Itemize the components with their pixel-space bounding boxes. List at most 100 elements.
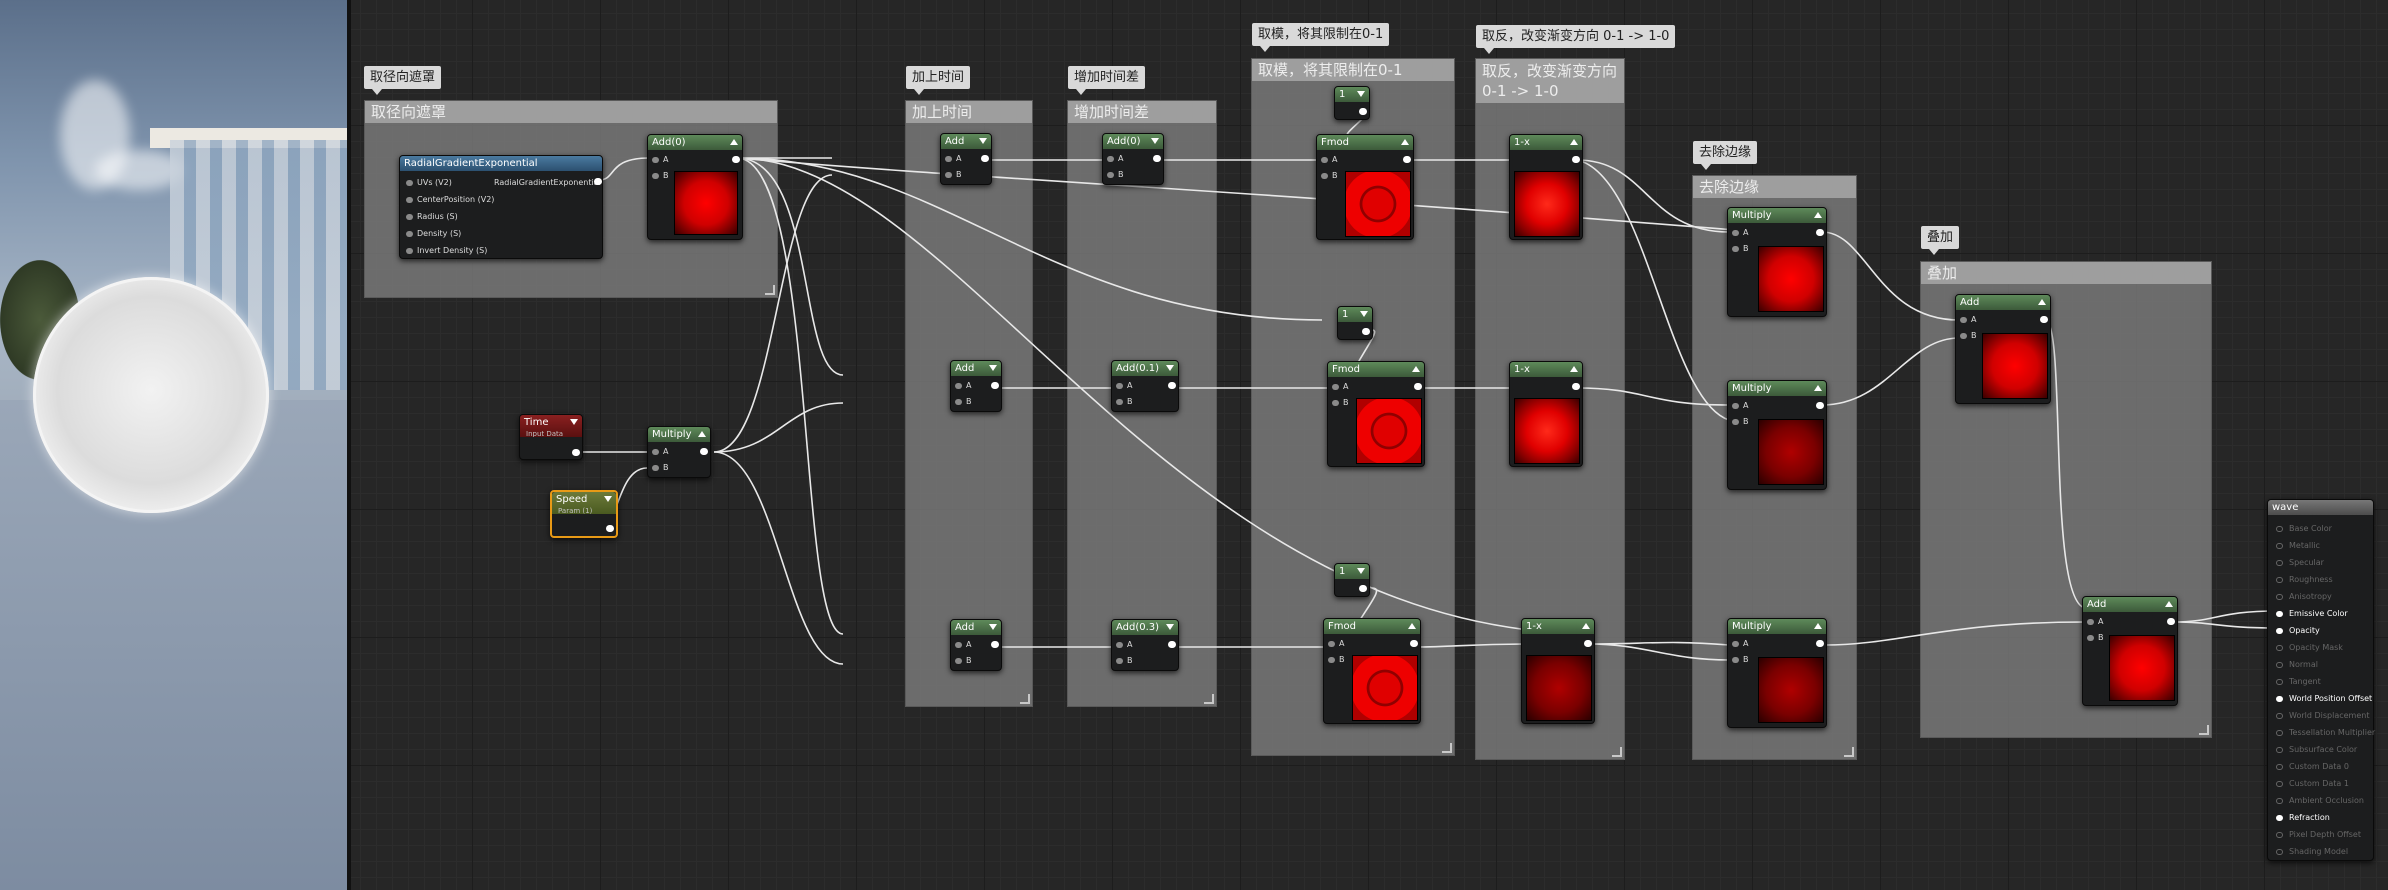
collapse-arrow-icon[interactable] (604, 496, 612, 502)
node-material-output[interactable]: wave Base Color Metallic Specular Roughness… (2267, 499, 2375, 861)
pin-b[interactable]: B (1321, 171, 1338, 181)
pin-a[interactable]: A (1116, 381, 1132, 391)
material-input-pin[interactable]: Metallic (2276, 541, 2320, 550)
pin-a[interactable]: A (1732, 639, 1748, 649)
output-pin[interactable] (700, 448, 708, 455)
node-constant-3[interactable]: 1 (1334, 563, 1370, 597)
output-pin[interactable] (1816, 402, 1824, 409)
output-pin[interactable] (1816, 640, 1824, 647)
material-input-pin[interactable]: Anisotropy (2276, 592, 2332, 601)
collapse-arrow-icon[interactable] (730, 139, 738, 145)
material-input-pin[interactable]: Base Color (2276, 524, 2332, 533)
output-pin[interactable] (1403, 156, 1411, 163)
collapse-arrow-icon[interactable] (1360, 311, 1368, 317)
collapse-arrow-icon[interactable] (2038, 299, 2046, 305)
node-add-time-2[interactable]: Add A B (950, 360, 1002, 412)
output-pin[interactable] (1359, 585, 1367, 592)
viewport-preview[interactable] (0, 0, 347, 890)
pin-b[interactable]: B (1116, 656, 1133, 666)
pin-b[interactable]: B (955, 656, 972, 666)
pin-a[interactable]: A (955, 640, 971, 650)
pin-a[interactable]: A (2087, 617, 2103, 627)
output-pin[interactable] (1359, 108, 1367, 115)
pin-b[interactable]: B (1732, 244, 1749, 254)
collapse-arrow-icon[interactable] (1412, 366, 1420, 372)
node-add-time-1[interactable]: Add A B (940, 133, 992, 185)
collapse-arrow-icon[interactable] (1582, 623, 1590, 629)
output-pin[interactable] (1153, 155, 1161, 162)
material-input-pin[interactable]: Ambient Occlusion (2276, 796, 2364, 805)
node-one-minus-2[interactable]: 1-x (1509, 361, 1583, 467)
output-pin[interactable] (1572, 383, 1580, 390)
material-input-pin[interactable]: Pixel Depth Offset (2276, 830, 2361, 839)
node-add-overlay-1[interactable]: Add A B (1955, 294, 2051, 404)
pin-a[interactable]: A (1321, 155, 1337, 165)
collapse-arrow-icon[interactable] (1401, 139, 1409, 145)
output-pin[interactable] (991, 382, 999, 389)
node-add-diff-01[interactable]: Add(0.1) A B (1111, 360, 1179, 412)
pin-b[interactable]: B (1328, 655, 1345, 665)
material-input-pin[interactable]: World Displacement (2276, 711, 2369, 720)
pin-a[interactable]: A (955, 381, 971, 391)
output-pin[interactable] (594, 178, 602, 185)
collapse-arrow-icon[interactable] (570, 419, 578, 425)
collapse-arrow-icon[interactable] (1408, 623, 1416, 629)
node-fmod-3[interactable]: Fmod A B (1323, 618, 1421, 724)
pin-b[interactable]: B (1107, 170, 1124, 180)
material-input-pin[interactable]: Shading Model (2276, 847, 2348, 856)
collapse-arrow-icon[interactable] (989, 365, 997, 371)
material-input-pin[interactable]: Roughness (2276, 575, 2333, 584)
node-add-time-3[interactable]: Add A B (950, 619, 1002, 671)
output-pin[interactable] (732, 156, 740, 163)
output-pin[interactable] (572, 449, 580, 456)
collapse-arrow-icon[interactable] (979, 138, 987, 144)
node-speed-param[interactable]: Speed Param (1) (550, 490, 618, 538)
pin-a[interactable]: A (1107, 154, 1123, 164)
pin-a[interactable]: A (1732, 228, 1748, 238)
pin-a[interactable]: A (1332, 382, 1348, 392)
pin-b[interactable]: B (2087, 633, 2104, 643)
pin-a[interactable]: A (652, 155, 668, 165)
pin-b[interactable]: B (652, 463, 669, 473)
collapse-arrow-icon[interactable] (989, 624, 997, 630)
output-pin[interactable] (2167, 618, 2175, 625)
pin-b[interactable]: B (1960, 331, 1977, 341)
material-input-pin[interactable]: Refraction (2276, 813, 2330, 822)
pin-b[interactable]: B (1732, 655, 1749, 665)
node-add-0[interactable]: Add(0) A B (647, 134, 743, 240)
collapse-arrow-icon[interactable] (1166, 624, 1174, 630)
output-pin[interactable] (1362, 328, 1370, 335)
pin-a[interactable]: A (1328, 639, 1344, 649)
node-multiply-3[interactable]: Multiply A B (1727, 618, 1827, 728)
collapse-arrow-icon[interactable] (1814, 623, 1822, 629)
pin-a[interactable]: A (945, 154, 961, 164)
collapse-arrow-icon[interactable] (1357, 568, 1365, 574)
output-pin[interactable] (1816, 229, 1824, 236)
collapse-arrow-icon[interactable] (1570, 139, 1578, 145)
collapse-arrow-icon[interactable] (1166, 365, 1174, 371)
collapse-arrow-icon[interactable] (1814, 385, 1822, 391)
material-input-pin[interactable]: Opacity Mask (2276, 643, 2343, 652)
output-pin[interactable] (1410, 640, 1418, 647)
collapse-arrow-icon[interactable] (1814, 212, 1822, 218)
node-add-overlay-2[interactable]: Add A B (2082, 596, 2178, 706)
output-pin[interactable] (991, 641, 999, 648)
node-time[interactable]: Time Input Data (519, 414, 583, 460)
node-multiply-1[interactable]: Multiply A B (1727, 207, 1827, 317)
pin-b[interactable]: B (955, 397, 972, 407)
material-input-pin[interactable]: Opacity (2276, 626, 2320, 635)
pin-a[interactable]: A (1960, 315, 1976, 325)
pin-b[interactable]: B (945, 170, 962, 180)
collapse-arrow-icon[interactable] (1570, 366, 1578, 372)
output-pin[interactable] (1572, 156, 1580, 163)
output-pin[interactable] (606, 525, 614, 532)
pin-output[interactable]: RadialGradientExponential (494, 178, 601, 188)
material-input-pin[interactable]: Subsurface Color (2276, 745, 2357, 754)
material-input-pin[interactable]: Normal (2276, 660, 2318, 669)
collapse-arrow-icon[interactable] (2165, 601, 2173, 607)
pin-uvs[interactable]: UVs (V2) (406, 178, 452, 188)
node-constant-1[interactable]: 1 (1334, 86, 1370, 120)
pin-a[interactable]: A (1732, 401, 1748, 411)
node-fmod-1[interactable]: Fmod A B (1316, 134, 1414, 240)
node-multiply-time[interactable]: Multiply A B (647, 426, 711, 478)
